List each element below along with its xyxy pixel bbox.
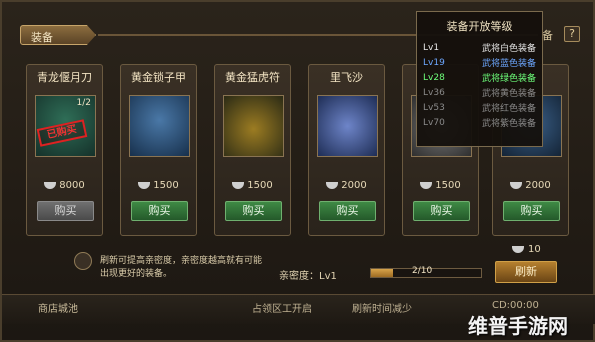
silver-ingot-icon <box>138 181 151 189</box>
price-value: 1500 <box>153 180 179 191</box>
affinity-progress-fill <box>371 269 393 277</box>
item-name: 青龙偃月刀 <box>37 71 92 84</box>
tent-icon <box>74 252 92 270</box>
item-image[interactable] <box>223 95 284 157</box>
refresh-button[interactable]: 刷新 <box>495 261 557 283</box>
bottom-info-1: 占领区工开启 <box>252 304 312 315</box>
level-row: Lv36 武将黄色装备 <box>423 85 536 100</box>
popup-title: 装备开放等级 <box>446 20 513 33</box>
price-value: 2000 <box>341 180 367 191</box>
equipment-level-popup: 装备开放等级 Lv1 武将白色装备 Lv19 武将蓝色装备 Lv28 武将绿色装… <box>416 11 543 147</box>
silver-ingot-icon <box>232 181 245 189</box>
item-name: 黄金猛虎符 <box>225 71 280 84</box>
level-row: Lv70 武将紫色装备 <box>423 115 536 130</box>
level: Lv70 <box>423 117 445 128</box>
buy-button[interactable]: 购买 <box>503 201 560 221</box>
refresh-note: 刷新可提高亲密度，亲密度越高就有可能出现更好的装备。 <box>100 256 263 279</box>
refresh-cost-value: 10 <box>528 244 541 255</box>
item-name: 黄金锁子甲 <box>131 71 186 84</box>
item-price: 2000 <box>309 180 384 191</box>
level-desc: 武将黄色装备 <box>481 89 536 99</box>
equipment-tab-label: 装备 <box>31 31 53 44</box>
watermark-logo: 维普手游网 <box>468 314 568 338</box>
buy-button[interactable]: 购买 <box>131 201 188 221</box>
shop-window: 装备 备 ? 青龙偃月刀 1/2 已购买 8000 购买 黄金锁子甲 1500 … <box>0 0 595 342</box>
shop-city-tab[interactable]: 商店城池 <box>38 300 78 315</box>
silver-ingot-icon <box>510 181 523 189</box>
item-image[interactable]: 1/2 已购买 <box>35 95 96 157</box>
header-right-label: 备 <box>542 29 553 42</box>
buy-button[interactable]: 购买 <box>319 201 376 221</box>
item-name: 里飞沙 <box>330 71 363 84</box>
affinity-progress-text: 2/10 <box>412 266 433 276</box>
item-price: 1500 <box>403 180 478 191</box>
silver-ingot-icon <box>420 181 433 189</box>
level: Lv36 <box>423 87 445 98</box>
affinity-level: 亲密度：Lv1 <box>279 271 337 282</box>
level-desc: 武将蓝色装备 <box>481 59 536 69</box>
silver-ingot-icon <box>512 245 524 253</box>
level-desc: 武将紫色装备 <box>481 119 536 129</box>
item-price: 1500 <box>121 180 196 191</box>
price-value: 2000 <box>525 180 551 191</box>
item-image[interactable] <box>129 95 190 157</box>
item-price: 2000 <box>493 180 568 191</box>
level-desc: 武将红色装备 <box>481 104 536 114</box>
level: Lv19 <box>423 57 445 68</box>
item-price: 8000 <box>27 180 102 191</box>
item-image[interactable] <box>317 95 378 157</box>
level-desc: 武将白色装备 <box>481 44 536 54</box>
bottom-info-2: 刷新时间减少 <box>352 304 412 315</box>
item-price: 1500 <box>215 180 290 191</box>
price-value: 1500 <box>247 180 273 191</box>
level: Lv28 <box>423 72 445 83</box>
shop-card: 里飞沙 2000 购买 <box>308 64 385 236</box>
silver-ingot-icon <box>326 181 339 189</box>
level-desc: 武将绿色装备 <box>481 74 536 84</box>
level-row: Lv53 武将红色装备 <box>423 100 536 115</box>
buy-button[interactable]: 购买 <box>413 201 470 221</box>
level: Lv53 <box>423 102 445 113</box>
level: Lv1 <box>423 42 440 53</box>
price-value: 8000 <box>59 180 85 191</box>
buy-button[interactable]: 购买 <box>37 201 94 221</box>
equipment-tab[interactable]: 装备 <box>20 25 96 45</box>
price-value: 1500 <box>435 180 461 191</box>
help-button[interactable]: ? <box>564 26 580 42</box>
silver-ingot-icon <box>44 181 57 189</box>
level-row: Lv1 武将白色装备 <box>423 40 536 55</box>
item-quantity: 1/2 <box>76 98 91 108</box>
refresh-cost: 10 <box>512 244 541 255</box>
shop-card: 青龙偃月刀 1/2 已购买 8000 购买 <box>26 64 103 236</box>
shop-card: 黄金锁子甲 1500 购买 <box>120 64 197 236</box>
shop-card: 黄金猛虎符 1500 购买 <box>214 64 291 236</box>
level-row: Lv28 武将绿色装备 <box>423 70 536 85</box>
buy-button[interactable]: 购买 <box>225 201 282 221</box>
level-row: Lv19 武将蓝色装备 <box>423 55 536 70</box>
